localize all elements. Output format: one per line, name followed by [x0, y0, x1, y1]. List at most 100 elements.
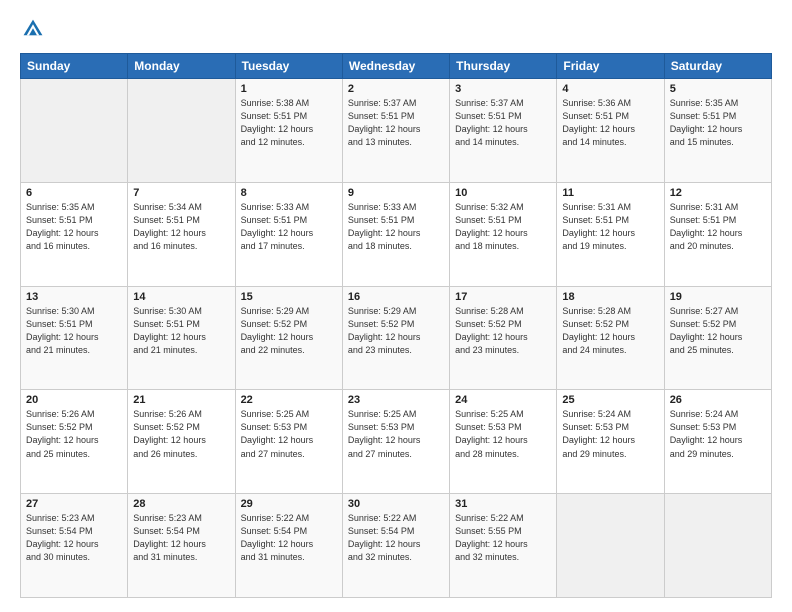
day-info: Sunrise: 5:24 AM Sunset: 5:53 PM Dayligh…	[562, 408, 658, 460]
day-number: 2	[348, 83, 444, 95]
day-info: Sunrise: 5:25 AM Sunset: 5:53 PM Dayligh…	[348, 408, 444, 460]
day-info: Sunrise: 5:35 AM Sunset: 5:51 PM Dayligh…	[26, 201, 122, 253]
calendar-day-28: 28 Sunrise: 5:23 AM Sunset: 5:54 PM Dayli…	[128, 494, 235, 598]
day-info: Sunrise: 5:28 AM Sunset: 5:52 PM Dayligh…	[562, 305, 658, 357]
weekday-header-tuesday: Tuesday	[235, 54, 342, 79]
day-number: 27	[26, 498, 122, 510]
calendar-day-7: 7 Sunrise: 5:34 AM Sunset: 5:51 PM Daylig…	[128, 182, 235, 286]
calendar-day-27: 27Sunrise: 5:23 AM Sunset: 5:54 PM Dayli…	[21, 494, 128, 598]
calendar-empty-cell	[664, 494, 771, 598]
calendar-day-31: 31 Sunrise: 5:22 AM Sunset: 5:55 PM Dayli…	[450, 494, 557, 598]
weekday-header-saturday: Saturday	[664, 54, 771, 79]
calendar-day-17: 17 Sunrise: 5:28 AM Sunset: 5:52 PM Dayli…	[450, 286, 557, 390]
day-number: 21	[133, 394, 229, 406]
calendar-day-12: 12 Sunrise: 5:31 AM Sunset: 5:51 PM Dayli…	[664, 182, 771, 286]
calendar-day-23: 23 Sunrise: 5:25 AM Sunset: 5:53 PM Dayli…	[342, 390, 449, 494]
weekday-header-sunday: Sunday	[21, 54, 128, 79]
day-number: 7	[133, 187, 229, 199]
day-info: Sunrise: 5:23 AM Sunset: 5:54 PM Dayligh…	[133, 512, 229, 564]
day-number: 23	[348, 394, 444, 406]
day-number: 20	[26, 394, 122, 406]
calendar-day-26: 26 Sunrise: 5:24 AM Sunset: 5:53 PM Dayli…	[664, 390, 771, 494]
calendar-day-14: 14Sunrise: 5:30 AM Sunset: 5:51 PM Dayli…	[128, 286, 235, 390]
calendar-empty-cell	[128, 79, 235, 183]
calendar-day-4: 4Sunrise: 5:36 AM Sunset: 5:51 PM Daylig…	[557, 79, 664, 183]
day-info: Sunrise: 5:29 AM Sunset: 5:52 PM Dayligh…	[348, 305, 444, 357]
day-info: Sunrise: 5:36 AM Sunset: 5:51 PM Dayligh…	[562, 97, 658, 149]
day-number: 19	[670, 291, 766, 303]
day-number: 31	[455, 498, 551, 510]
weekday-header-monday: Monday	[128, 54, 235, 79]
day-number: 26	[670, 394, 766, 406]
day-number: 22	[241, 394, 337, 406]
day-info: Sunrise: 5:22 AM Sunset: 5:54 PM Dayligh…	[241, 512, 337, 564]
calendar-day-25: 25 Sunrise: 5:24 AM Sunset: 5:53 PM Dayli…	[557, 390, 664, 494]
calendar-day-20: 20Sunrise: 5:26 AM Sunset: 5:52 PM Dayli…	[21, 390, 128, 494]
logo	[20, 18, 44, 45]
calendar-week-row: 13Sunrise: 5:30 AM Sunset: 5:51 PM Dayli…	[21, 286, 772, 390]
day-number: 8	[241, 187, 337, 199]
day-number: 10	[455, 187, 551, 199]
day-info: Sunrise: 5:22 AM Sunset: 5:54 PM Dayligh…	[348, 512, 444, 564]
day-info: Sunrise: 5:24 AM Sunset: 5:53 PM Dayligh…	[670, 408, 766, 460]
calendar-day-19: 19 Sunrise: 5:27 AM Sunset: 5:52 PM Dayli…	[664, 286, 771, 390]
day-number: 11	[562, 187, 658, 199]
day-info: Sunrise: 5:31 AM Sunset: 5:51 PM Dayligh…	[562, 201, 658, 253]
day-number: 25	[562, 394, 658, 406]
day-number: 9	[348, 187, 444, 199]
day-info: Sunrise: 5:29 AM Sunset: 5:52 PM Dayligh…	[241, 305, 337, 357]
day-info: Sunrise: 5:33 AM Sunset: 5:51 PM Dayligh…	[348, 201, 444, 253]
weekday-header-wednesday: Wednesday	[342, 54, 449, 79]
calendar-week-row: 27 Sunrise: 5:23 AM Sunset: 5:54 PM Dayli…	[21, 494, 772, 598]
calendar-day-5: 5 Sunrise: 5:35 AM Sunset: 5:51 PM Daylig…	[664, 79, 771, 183]
day-number: 3	[455, 83, 551, 95]
day-info: Sunrise: 5:22 AM Sunset: 5:55 PM Dayligh…	[455, 512, 551, 564]
day-number: 28	[133, 498, 229, 510]
calendar-table: SundayMondayTuesdayWednesdayThursdayFrid…	[20, 53, 772, 598]
calendar-empty-cell	[21, 79, 128, 183]
day-info: Sunrise: 5:25 AM Sunset: 5:53 PM Dayligh…	[241, 408, 337, 460]
calendar-day-13: 13Sunrise: 5:30 AM Sunset: 5:51 PM Dayli…	[21, 286, 128, 390]
day-info: Sunrise: 5:27 AM Sunset: 5:52 PM Dayligh…	[670, 305, 766, 357]
day-number: 14	[133, 291, 229, 303]
calendar-day-6: 6 Sunrise: 5:35 AM Sunset: 5:51 PM Daylig…	[21, 182, 128, 286]
header	[20, 18, 772, 45]
day-info: Sunrise: 5:35 AM Sunset: 5:51 PM Dayligh…	[670, 97, 766, 149]
calendar-week-row: 1Sunrise: 5:38 AM Sunset: 5:51 PM Daylig…	[21, 79, 772, 183]
day-info: Sunrise: 5:33 AM Sunset: 5:51 PM Dayligh…	[241, 201, 337, 253]
weekday-header-friday: Friday	[557, 54, 664, 79]
logo-icon	[22, 18, 44, 40]
day-number: 5	[670, 83, 766, 95]
calendar-day-16: 16 Sunrise: 5:29 AM Sunset: 5:52 PM Dayli…	[342, 286, 449, 390]
day-number: 29	[241, 498, 337, 510]
calendar-day-24: 24 Sunrise: 5:25 AM Sunset: 5:53 PM Dayli…	[450, 390, 557, 494]
day-info: Sunrise: 5:38 AM Sunset: 5:51 PM Dayligh…	[241, 97, 337, 149]
day-number: 6	[26, 187, 122, 199]
calendar-day-15: 15 Sunrise: 5:29 AM Sunset: 5:52 PM Dayli…	[235, 286, 342, 390]
day-info: Sunrise: 5:32 AM Sunset: 5:51 PM Dayligh…	[455, 201, 551, 253]
calendar-day-1: 1Sunrise: 5:38 AM Sunset: 5:51 PM Daylig…	[235, 79, 342, 183]
day-info: Sunrise: 5:26 AM Sunset: 5:52 PM Dayligh…	[133, 408, 229, 460]
calendar-day-18: 18Sunrise: 5:28 AM Sunset: 5:52 PM Dayli…	[557, 286, 664, 390]
calendar-day-22: 22 Sunrise: 5:25 AM Sunset: 5:53 PM Dayli…	[235, 390, 342, 494]
day-number: 12	[670, 187, 766, 199]
day-number: 30	[348, 498, 444, 510]
calendar-day-10: 10 Sunrise: 5:32 AM Sunset: 5:51 PM Dayli…	[450, 182, 557, 286]
calendar-day-2: 2 Sunrise: 5:37 AM Sunset: 5:51 PM Daylig…	[342, 79, 449, 183]
day-number: 15	[241, 291, 337, 303]
calendar-week-row: 20 Sunrise: 5:26 AM Sunset: 5:52 PM Dayli…	[21, 390, 772, 494]
calendar-day-30: 30 Sunrise: 5:22 AM Sunset: 5:54 PM Dayli…	[342, 494, 449, 598]
day-number: 17	[455, 291, 551, 303]
calendar-day-3: 3 Sunrise: 5:37 AM Sunset: 5:51 PM Daylig…	[450, 79, 557, 183]
day-info: Sunrise: 5:31 AM Sunset: 5:51 PM Dayligh…	[670, 201, 766, 253]
calendar-day-29: 29 Sunrise: 5:22 AM Sunset: 5:54 PM Dayli…	[235, 494, 342, 598]
day-info: Sunrise: 5:34 AM Sunset: 5:51 PM Dayligh…	[133, 201, 229, 253]
day-info: Sunrise: 5:28 AM Sunset: 5:52 PM Dayligh…	[455, 305, 551, 357]
day-number: 24	[455, 394, 551, 406]
day-number: 16	[348, 291, 444, 303]
weekday-header-thursday: Thursday	[450, 54, 557, 79]
day-info: Sunrise: 5:37 AM Sunset: 5:51 PM Dayligh…	[455, 97, 551, 149]
day-info: Sunrise: 5:37 AM Sunset: 5:51 PM Dayligh…	[348, 97, 444, 149]
calendar-week-row: 6 Sunrise: 5:35 AM Sunset: 5:51 PM Daylig…	[21, 182, 772, 286]
day-info: Sunrise: 5:25 AM Sunset: 5:53 PM Dayligh…	[455, 408, 551, 460]
